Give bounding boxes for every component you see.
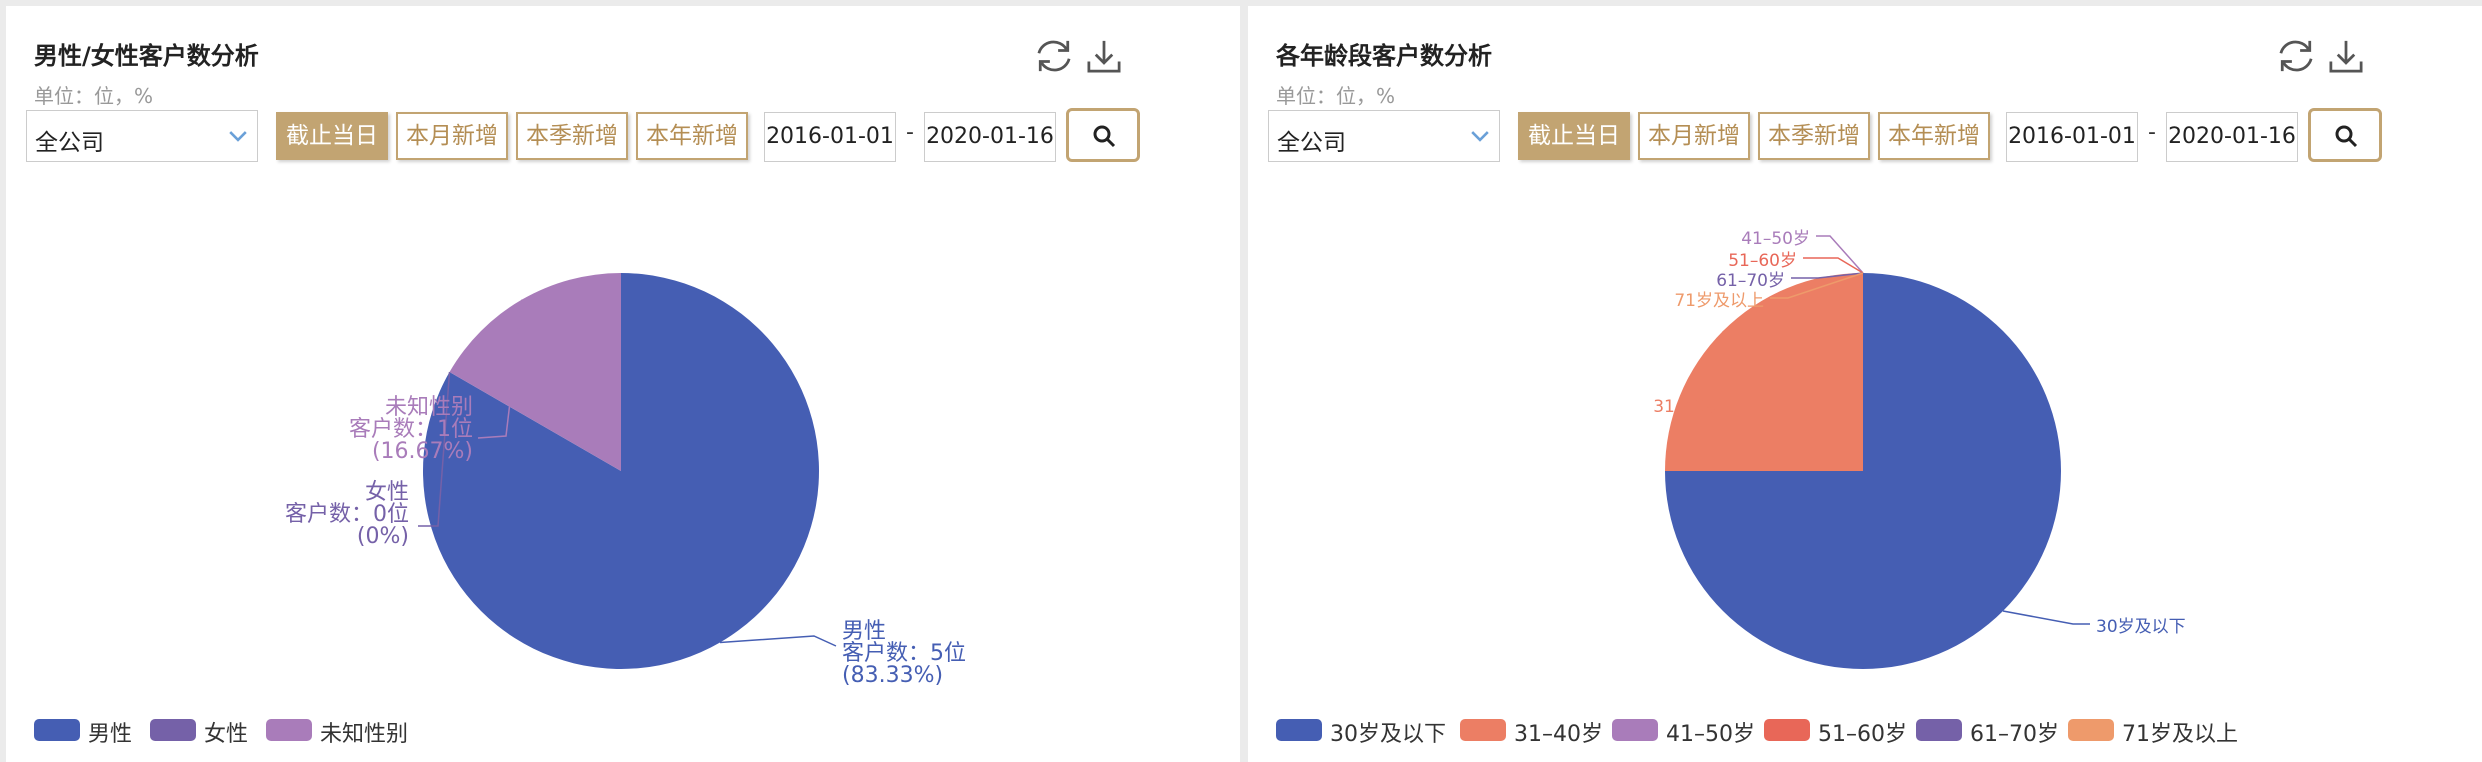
- legend-swatch: [1764, 719, 1810, 741]
- gender-pie-chart: 男性客户数：5位(83.33%) 女性客户数：0位(0%) 未知性别客户数：1位(1…: [285, 273, 966, 688]
- legend-label: 31–40岁: [1514, 722, 1603, 747]
- chevron-down-icon: [229, 131, 247, 142]
- legend-label: 51–60岁: [1818, 722, 1907, 747]
- legend-swatch: [1460, 719, 1506, 741]
- panel-title: 男性/女性客户数分析: [34, 42, 259, 70]
- date-to-input[interactable]: 2020-01-16: [2166, 112, 2298, 162]
- slice-label: 31–40岁: [1653, 397, 1722, 417]
- company-select[interactable]: 全公司: [1268, 110, 1500, 162]
- period-button-to-date[interactable]: 截止当日: [1518, 112, 1630, 160]
- period-button-year[interactable]: 本年新增: [1878, 112, 1990, 160]
- date-separator: -: [2148, 120, 2156, 145]
- search-icon: [2335, 125, 2358, 148]
- slice-label: 61–70岁: [1716, 271, 1785, 291]
- download-icon[interactable]: [2324, 34, 2368, 78]
- unit-label: 单位：位，%: [1276, 84, 1396, 108]
- legend-label: 未知性别: [320, 722, 409, 747]
- period-button-year[interactable]: 本年新增: [636, 112, 748, 160]
- age-pie-chart: 30岁及以下 31–40岁 41–50岁51–60岁61–70岁71岁及以上: [1653, 229, 2186, 669]
- search-icon: [1093, 125, 1116, 148]
- dashboard: 男性/女性客户数分析 单位：位，% 全公司 截止当日 本月新增 本季新增 本年新…: [0, 0, 2482, 762]
- slice-label: 41–50岁: [1741, 229, 1810, 249]
- slice-label: 71岁及以上: [1674, 291, 1764, 311]
- legend-swatch: [1612, 719, 1658, 741]
- legend-swatch: [1916, 719, 1962, 741]
- refresh-icon[interactable]: [1032, 34, 1076, 78]
- chevron-down-icon: [1471, 131, 1489, 142]
- slice-label: 30岁及以下: [2096, 617, 2186, 637]
- company-select-value: 全公司: [1277, 130, 1346, 156]
- period-button-month[interactable]: 本月新增: [1638, 112, 1750, 160]
- panel-title: 各年龄段客户数分析: [1276, 42, 1492, 70]
- legend-swatch: [266, 719, 312, 741]
- slice-label: 未知性别客户数：1位(16.67%): [349, 395, 473, 464]
- legend-swatch: [2068, 719, 2114, 741]
- period-button-quarter[interactable]: 本季新增: [516, 112, 628, 160]
- period-button-to-date[interactable]: 截止当日: [276, 112, 388, 160]
- date-to-input[interactable]: 2020-01-16: [924, 112, 1056, 162]
- legend-swatch: [150, 719, 196, 741]
- company-select-value: 全公司: [35, 130, 104, 156]
- refresh-icon[interactable]: [2274, 34, 2318, 78]
- gender-analysis-panel: 男性/女性客户数分析 单位：位，% 全公司 截止当日 本月新增 本季新增 本年新…: [6, 6, 1240, 762]
- age-analysis-panel: 各年龄段客户数分析 单位：位，% 全公司 截止当日 本月新增 本季新增 本年新增…: [1248, 6, 2482, 762]
- slice-label: 女性客户数：0位(0%): [285, 480, 409, 549]
- label-leader-line: [719, 635, 837, 647]
- search-button[interactable]: [1066, 108, 1140, 162]
- search-button[interactable]: [2308, 108, 2382, 162]
- date-from-input[interactable]: 2016-01-01: [764, 112, 896, 162]
- slice-label: 51–60岁: [1728, 251, 1797, 271]
- period-button-month[interactable]: 本月新增: [396, 112, 508, 160]
- label-leader-line: [1803, 257, 1864, 274]
- legend-label: 71岁及以上: [2122, 722, 2238, 747]
- company-select[interactable]: 全公司: [26, 110, 258, 162]
- label-leader-line: [2002, 610, 2090, 625]
- legend-label: 女性: [204, 722, 249, 747]
- period-button-quarter[interactable]: 本季新增: [1758, 112, 1870, 160]
- unit-label: 单位：位，%: [34, 84, 154, 108]
- legend-label: 41–50岁: [1666, 722, 1755, 747]
- date-separator: -: [906, 120, 914, 145]
- download-icon[interactable]: [1082, 34, 1126, 78]
- legend-label: 30岁及以下: [1330, 722, 1446, 747]
- legend-swatch: [34, 719, 80, 741]
- label-leader-line: [1816, 235, 1864, 274]
- date-from-input[interactable]: 2016-01-01: [2006, 112, 2138, 162]
- legend-label: 男性: [88, 722, 133, 747]
- slice-label: 男性客户数：5位(83.33%): [842, 619, 966, 688]
- legend-swatch: [1276, 719, 1322, 741]
- legend-label: 61–70岁: [1970, 722, 2059, 747]
